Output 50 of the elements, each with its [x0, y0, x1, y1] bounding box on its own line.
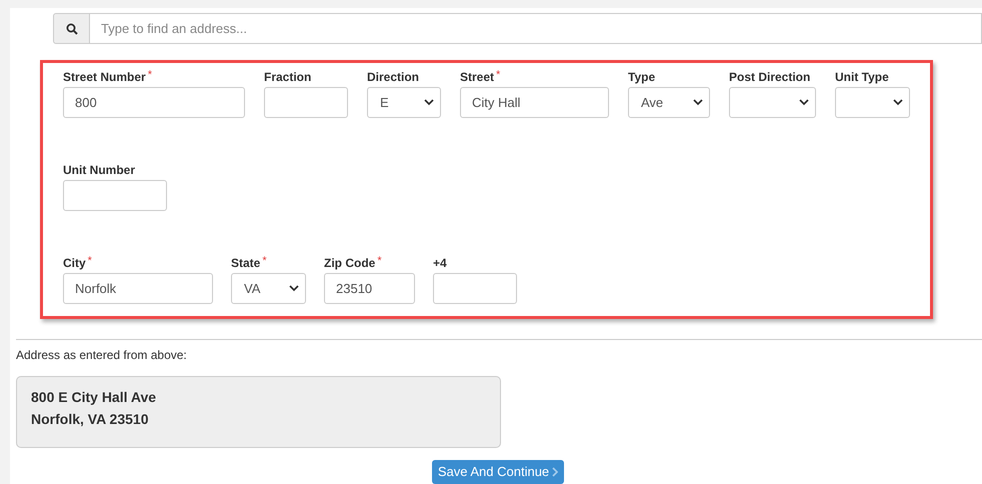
select-field[interactable] [729, 87, 816, 118]
select-field[interactable]: E [367, 87, 441, 118]
field-label: Zip Code [324, 255, 376, 272]
input-field[interactable]: City Hall [460, 87, 609, 118]
input-field[interactable] [433, 273, 517, 304]
field-label: State [231, 255, 260, 272]
required-mark: * [148, 69, 152, 82]
field-label: Street Number [63, 69, 146, 86]
chevron-right-icon [552, 467, 558, 477]
select-field[interactable] [835, 87, 910, 118]
search-placeholder: Type to find an address... [101, 20, 247, 38]
input-field[interactable] [264, 87, 348, 118]
search-icon [66, 22, 78, 35]
select-value: Ave [641, 94, 664, 112]
address-line: Norfolk, VA 23510 [31, 410, 150, 428]
field-value: 800 [75, 94, 97, 112]
required-mark: * [262, 255, 267, 268]
required-mark: * [496, 69, 500, 82]
required-mark: * [377, 255, 382, 268]
select-field[interactable]: Ave [628, 87, 710, 118]
field-label: Post Direction [729, 69, 810, 86]
field-label: Direction [367, 69, 420, 86]
field-label: Type [628, 69, 656, 86]
chevron-down-icon [893, 99, 903, 106]
chevron-down-icon [799, 99, 809, 106]
required-mark: * [88, 255, 92, 268]
select-value: E [380, 94, 389, 112]
chevron-down-icon [289, 285, 299, 292]
input-field[interactable]: Norfolk [63, 273, 213, 304]
input-field[interactable]: 23510 [324, 273, 415, 304]
field-label: Fraction [264, 69, 312, 86]
field-value: Norfolk [75, 280, 116, 298]
search-button[interactable] [53, 13, 90, 44]
preview-caption: Address as entered from above: [16, 346, 188, 364]
field-value: City Hall [472, 94, 520, 112]
select-value: VA [244, 280, 260, 298]
address-line: 800 E City Hall Ave [31, 388, 158, 406]
save-and-continue-button[interactable]: Save And Continue [432, 460, 564, 484]
field-value: 23510 [336, 280, 372, 298]
field-label: Street [460, 69, 494, 86]
chevron-down-icon [424, 99, 434, 106]
chevron-down-icon [693, 99, 703, 106]
input-field[interactable] [63, 180, 167, 212]
field-label: City [63, 255, 86, 272]
field-label: Unit Number [63, 162, 135, 178]
input-field[interactable]: 800 [63, 87, 245, 118]
field-label: Unit Type [835, 69, 889, 86]
select-field[interactable]: VA [231, 273, 306, 304]
search-field[interactable]: Type to find an address... [90, 13, 982, 44]
field-label: +4 [433, 255, 447, 272]
